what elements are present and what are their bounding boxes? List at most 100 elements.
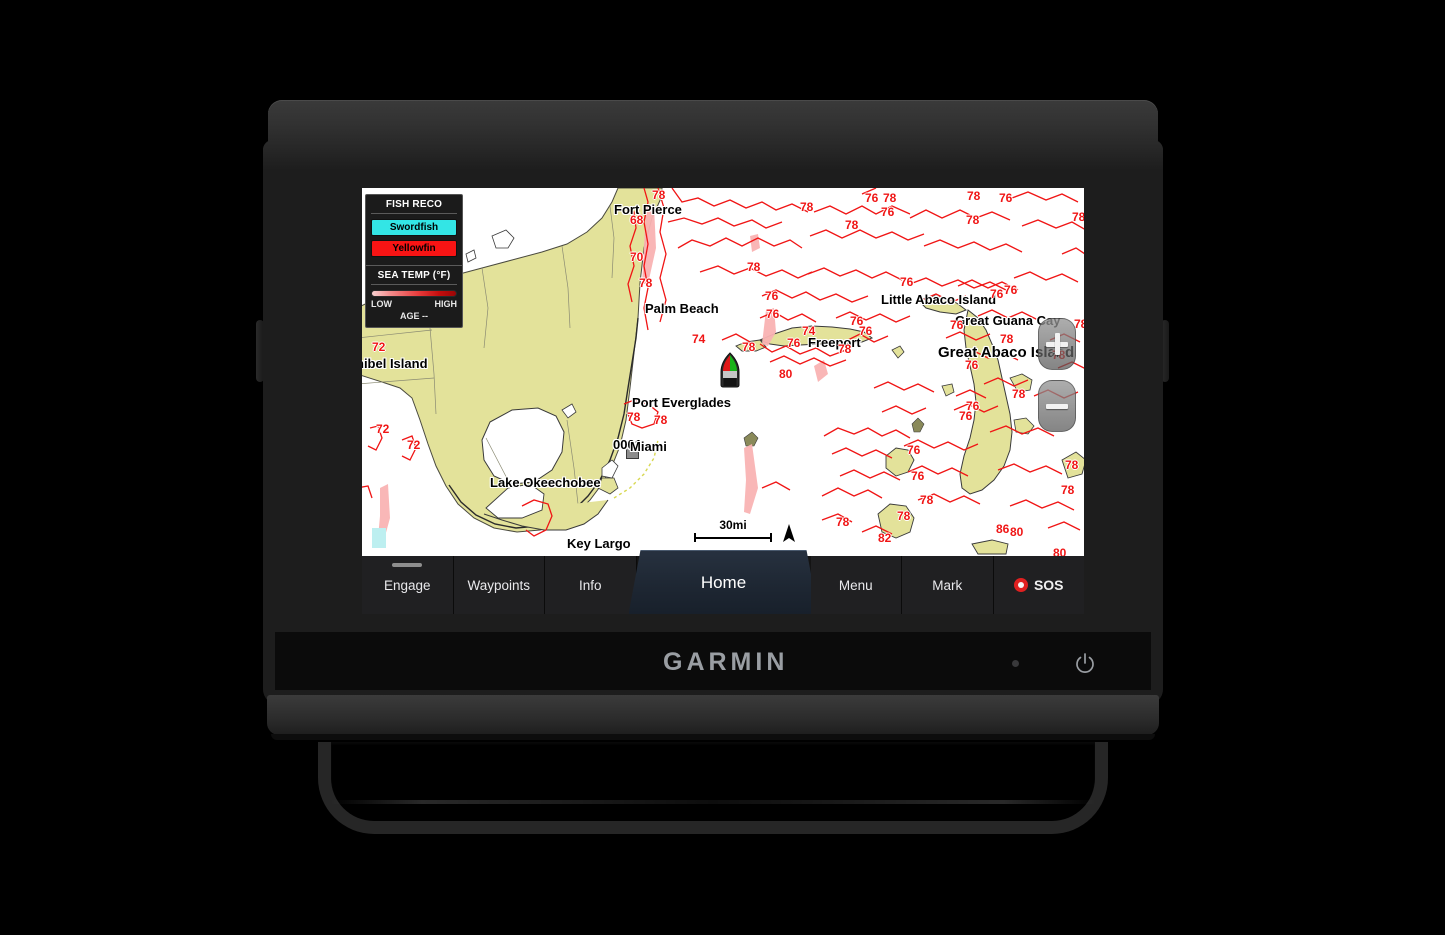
sea-temp-range-labels: LOW HIGH	[371, 299, 457, 309]
map-temperature-label: 78	[1061, 483, 1075, 497]
sea-temp-title: SEA TEMP (°F)	[371, 270, 457, 285]
map-temperature-label: 78	[967, 189, 981, 203]
fish-reco-swordfish-button[interactable]: Swordfish	[371, 219, 457, 236]
map-temperature-label: 78	[897, 509, 911, 523]
map-temperature-label: 76	[1004, 283, 1018, 297]
map-temperature-label: 76	[990, 287, 1004, 301]
nav-label-info: Info	[578, 577, 602, 593]
chartplotter-screen[interactable]: Fort Pierce Lake Okeechobee Palm Beach nibe…	[362, 188, 1084, 614]
nav-button-info[interactable]: Info	[545, 556, 637, 614]
map-place-label: nibel Island	[362, 356, 428, 371]
map-temperature-label: 82	[878, 531, 892, 545]
nav-button-waypoints[interactable]: Waypoints	[453, 556, 545, 614]
map-temperature-label: 76	[859, 324, 873, 338]
map-temperature-label: 76	[766, 307, 780, 321]
map-temperature-label: 78	[1065, 458, 1079, 472]
sea-temp-gradient-bar	[371, 290, 457, 297]
map-temperature-label: 78	[1072, 210, 1084, 224]
map-temperature-label: 76	[765, 289, 779, 303]
map-place-label: Lake Okeechobee	[490, 475, 601, 490]
nav-label-sos: SOS	[1033, 577, 1064, 593]
map-place-label: Miami	[630, 439, 667, 454]
overlay-panel[interactable]: FISH RECO Swordfish Yellowfin SEA TEMP (…	[365, 194, 463, 328]
home-tab-shape[interactable]: Home	[628, 550, 819, 614]
map-temperature-label: 78	[742, 340, 756, 354]
map-temperature-label: 78	[1000, 332, 1014, 346]
ambient-light-sensor	[1012, 660, 1019, 667]
map-temperature-label: 78	[639, 276, 653, 290]
map-temperature-label: 76	[865, 191, 879, 205]
map-temperature-label: 72	[372, 340, 386, 354]
map-temperature-label: 80	[1053, 546, 1067, 556]
scale-bar-ruler	[694, 533, 772, 542]
fish-reco-section: FISH RECO Swordfish Yellowfin	[366, 195, 462, 263]
map-temperature-label: 70	[630, 250, 644, 264]
sea-temp-age-label: AGE --	[400, 311, 428, 321]
map-temperature-label: 78	[838, 342, 852, 356]
map-temperature-label: 76	[900, 275, 914, 289]
map-temperature-label: 76	[965, 358, 979, 372]
bottom-navigation-bar: Engage Waypoints Info Home Menu Mark SOS	[362, 550, 1084, 614]
nav-button-mark[interactable]: Mark	[902, 556, 994, 614]
map-temperature-label: 78	[836, 515, 850, 529]
nav-button-menu[interactable]: Menu	[810, 556, 902, 614]
zoom-in-button[interactable]	[1038, 318, 1076, 370]
scale-bar-label: 30mi	[719, 518, 747, 532]
map-temperature-label: 76	[959, 409, 973, 423]
map-temperature-label: 76	[950, 318, 964, 332]
life-ring-icon	[1013, 578, 1028, 592]
nav-label-engage: Engage	[383, 577, 431, 593]
map-temperature-label: 78	[883, 191, 897, 205]
map-place-label: Freeport	[808, 335, 861, 350]
nav-label-menu: Menu	[838, 577, 873, 593]
map-temperature-label: 76	[907, 443, 921, 457]
screenshot-root: Fort Pierce Lake Okeechobee Palm Beach nibe…	[0, 0, 1445, 935]
map-place-label: Fort Pierce	[614, 202, 682, 217]
map-scale-bar: 30mi	[694, 518, 772, 542]
map-place-label: Palm Beach	[645, 301, 719, 316]
sea-temp-low-label: LOW	[371, 299, 392, 309]
sea-temp-section: SEA TEMP (°F) LOW HIGH AGE --	[366, 266, 462, 327]
nav-label-home: Home	[700, 572, 747, 592]
map-place-label: Little Abaco Island	[881, 292, 997, 307]
sea-temp-high-label: HIGH	[434, 299, 458, 309]
garmin-logo: GARMIN	[663, 648, 789, 676]
stand-highlight	[330, 800, 1096, 804]
map-temperature-label: 76	[787, 336, 801, 350]
map-temperature-label: 76	[881, 205, 895, 219]
vessel-icon	[719, 352, 741, 393]
map-temperature-label: 78	[920, 493, 934, 507]
map-temperature-label: 74	[692, 332, 706, 346]
power-icon[interactable]	[1073, 652, 1097, 676]
map-temperature-label: 78	[747, 260, 761, 274]
map-temperature-label: 78	[627, 410, 641, 424]
device-bottom-rail	[267, 695, 1159, 740]
nav-button-engage[interactable]: Engage	[362, 556, 454, 614]
minus-icon	[1046, 395, 1068, 417]
map-temperature-label: 68	[630, 213, 644, 227]
engage-indicator	[392, 563, 423, 567]
map-place-label: Port Everglades	[632, 395, 731, 410]
map-temperature-label: 78	[966, 213, 980, 227]
map-temperature-label: 74	[802, 324, 816, 338]
nautical-chart-map[interactable]: Fort Pierce Lake Okeechobee Palm Beach nibe…	[362, 188, 1084, 556]
fish-reco-title: FISH RECO	[371, 199, 457, 214]
map-temperature-label: 78	[845, 218, 859, 232]
map-temperature-label: 72	[376, 422, 390, 436]
map-place-label: Key Largo	[567, 536, 631, 551]
map-temperature-label: 76	[911, 469, 925, 483]
zoom-out-button[interactable]	[1038, 380, 1076, 432]
map-temperature-label: 78	[654, 413, 668, 427]
nav-button-home[interactable]: Home	[628, 550, 819, 614]
device-bail-mount-stand	[318, 742, 1108, 834]
map-temperature-label: 78	[652, 188, 666, 202]
map-temperature-label: 78	[1012, 387, 1026, 401]
nav-button-sos[interactable]: SOS	[993, 556, 1084, 614]
plus-icon	[1046, 333, 1068, 355]
map-temperature-label: 80	[779, 367, 793, 381]
map-temperature-label: 76	[999, 191, 1013, 205]
fish-reco-yellowfin-button[interactable]: Yellowfin	[371, 240, 457, 257]
map-temperature-label: 72	[407, 438, 421, 452]
map-temperature-label: 86	[996, 522, 1010, 536]
nav-label-waypoints: Waypoints	[467, 577, 531, 593]
